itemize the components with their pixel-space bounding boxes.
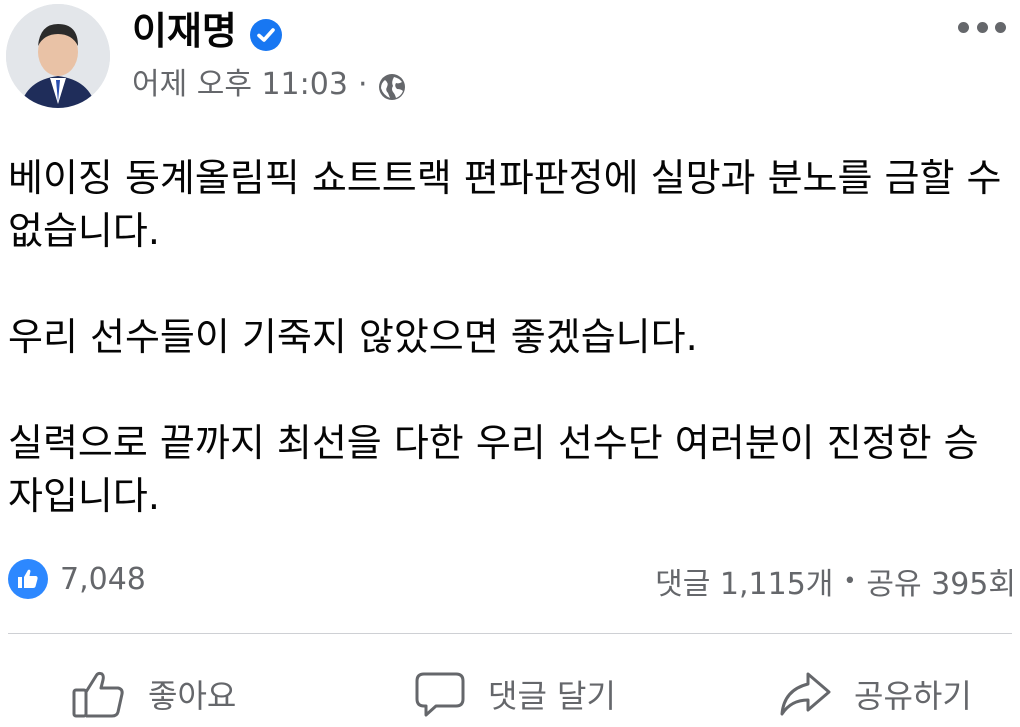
post-stats: 7,048 댓글 1,115개 • 공유 395회: [0, 555, 1020, 605]
reaction-summary[interactable]: 7,048: [8, 559, 146, 599]
post-meta: 어제 오후 11:03 ·: [132, 62, 407, 108]
author-name-row: 이재명: [132, 6, 283, 56]
comment-button[interactable]: 댓글 달기: [414, 670, 616, 718]
like-count: 7,048: [60, 561, 146, 597]
more-dot: [958, 21, 969, 33]
share-button-label: 공유하기: [854, 677, 972, 715]
post-paragraph: 실력으로 끝까지 최선을 다한 우리 선수단 여러분이 진정한 승자입니다.: [8, 421, 979, 518]
avatar[interactable]: [6, 4, 110, 108]
post-body: 베이징 동계올림픽 쇼트트랙 편파판정에 실망과 분노를 금할 수 없습니다. …: [8, 152, 1008, 523]
post-timestamp[interactable]: 어제 오후 11:03: [132, 62, 348, 108]
stats-separator: •: [843, 568, 857, 594]
action-bar: 좋아요 댓글 달기 공유하기: [0, 660, 1020, 727]
like-button[interactable]: 좋아요: [72, 670, 236, 718]
more-dot: [976, 21, 988, 33]
post-paragraph: 우리 선수들이 기죽지 않았으면 좋겠습니다.: [8, 315, 698, 359]
verified-badge-icon: [249, 14, 283, 51]
share-count[interactable]: 공유 395회: [866, 559, 1016, 603]
more-options-icon[interactable]: [958, 20, 1006, 34]
like-reaction-icon: [8, 559, 48, 599]
author-name[interactable]: 이재명: [132, 6, 237, 56]
comment-count[interactable]: 댓글 1,115개: [655, 559, 833, 603]
more-dot: [995, 21, 1006, 33]
post-header: 이재명 어제 오후 11:03 ·: [0, 0, 1020, 120]
globe-icon: [377, 70, 407, 100]
comment-bubble-icon: [415, 672, 465, 717]
thumbs-up-icon: [72, 671, 124, 718]
engagement-counts: 댓글 1,115개 • 공유 395회: [655, 559, 1016, 603]
share-button[interactable]: 공유하기: [778, 670, 972, 718]
post-paragraph: 베이징 동계올림픽 쇼트트랙 편파판정에 실망과 분노를 금할 수 없습니다.: [8, 156, 1002, 253]
divider: [8, 633, 1012, 634]
like-button-label: 좋아요: [148, 677, 237, 715]
meta-separator: ·: [357, 67, 368, 102]
share-arrow-icon: [780, 672, 831, 716]
comment-button-label: 댓글 달기: [488, 677, 616, 715]
